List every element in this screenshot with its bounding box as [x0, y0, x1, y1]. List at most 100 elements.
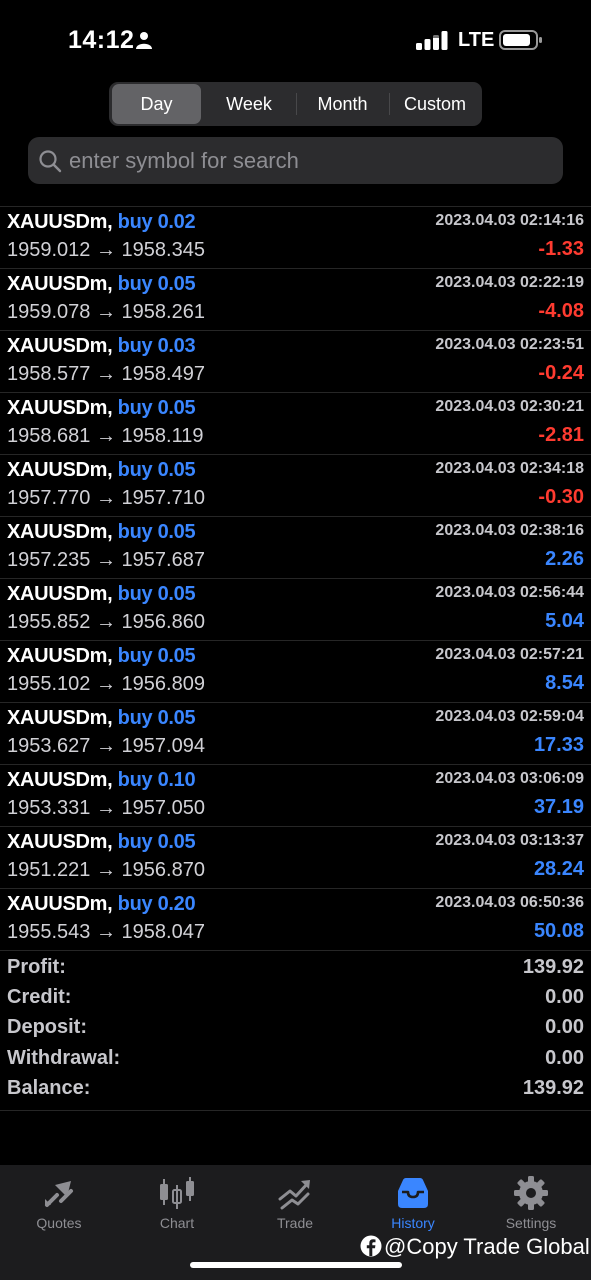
summary-row-withdrawal: Withdrawal: 0.00: [0, 1045, 591, 1075]
deal-row[interactable]: XAUUSDm, buy 0.20 1955.543 → 1958.047 20…: [0, 889, 591, 951]
deal-profit: -4.08: [538, 300, 584, 322]
deal-type-volume: buy 0.05: [117, 397, 196, 419]
network-type: LTE: [458, 29, 495, 51]
deal-type-volume: buy 0.10: [117, 769, 196, 791]
account-summary: Profit: 139.92 Credit: 0.00 Deposit: 0.0…: [0, 954, 591, 1111]
deal-prices: 1959.012 → 1958.345: [7, 239, 205, 261]
tab-chart[interactable]: Chart: [118, 1165, 236, 1245]
deal-prices: 1955.543 → 1958.047: [7, 921, 205, 943]
summary-label: Deposit:: [7, 1016, 87, 1039]
deal-symbol: XAUUSDm,: [7, 707, 113, 729]
deal-symbol: XAUUSDm,: [7, 645, 113, 667]
deal-prices: 1959.078 → 1958.261: [7, 301, 205, 323]
deal-header: XAUUSDm, buy 0.05: [7, 273, 196, 296]
deal-type-volume: buy 0.03: [117, 335, 196, 357]
deal-row[interactable]: XAUUSDm, buy 0.05 1958.681 → 1958.119 20…: [0, 393, 591, 455]
deal-time: 2023.04.03 02:57:21: [435, 646, 584, 663]
deal-symbol: XAUUSDm,: [7, 831, 113, 853]
tab-trade[interactable]: Trade: [236, 1165, 354, 1245]
period-custom[interactable]: Custom: [390, 84, 480, 124]
deal-header: XAUUSDm, buy 0.05: [7, 397, 196, 420]
deal-header: XAUUSDm, buy 0.05: [7, 831, 196, 854]
deal-header: XAUUSDm, buy 0.20: [7, 893, 196, 916]
deal-header: XAUUSDm, buy 0.05: [7, 583, 196, 606]
watermark: @Copy Trade Global: [360, 1234, 590, 1262]
deal-profit: 37.19: [533, 796, 584, 818]
deal-symbol: XAUUSDm,: [7, 521, 113, 543]
deal-row[interactable]: XAUUSDm, buy 0.05 1959.078 → 1958.261 20…: [0, 269, 591, 331]
deal-symbol: XAUUSDm,: [7, 211, 113, 233]
search-icon: [39, 150, 62, 173]
symbol-search: [28, 137, 563, 184]
deal-profit: 8.54: [545, 672, 584, 694]
summary-value: 0.00: [545, 986, 584, 1009]
deal-profit: -1.33: [538, 238, 584, 260]
deal-row[interactable]: XAUUSDm, buy 0.05 1953.627 → 1957.094 20…: [0, 703, 591, 765]
deal-profit: 5.04: [545, 610, 584, 632]
person-icon: [136, 32, 152, 49]
facebook-icon: [360, 1235, 382, 1257]
deal-time: 2023.04.03 02:14:16: [435, 212, 584, 229]
deal-type-volume: buy 0.05: [117, 521, 196, 543]
watermark-text: @Copy Trade Global: [384, 1234, 590, 1259]
deal-time: 2023.04.03 03:13:37: [435, 832, 584, 849]
deal-profit: 28.24: [533, 858, 584, 880]
deal-row[interactable]: XAUUSDm, buy 0.05 1957.235 → 1957.687 20…: [0, 517, 591, 579]
battery-icon: [499, 30, 542, 50]
tab-label: Chart: [159, 1215, 195, 1231]
summary-value: 139.92: [522, 956, 584, 978]
deal-symbol: XAUUSDm,: [7, 459, 113, 481]
deal-time: 2023.04.03 06:50:36: [435, 894, 584, 911]
deal-row[interactable]: XAUUSDm, buy 0.10 1953.331 → 1957.050 20…: [0, 765, 591, 827]
deal-row[interactable]: XAUUSDm, buy 0.05 1951.221 → 1956.870 20…: [0, 827, 591, 889]
deal-time: 2023.04.03 03:06:09: [435, 770, 584, 787]
tab-label: History: [391, 1215, 435, 1231]
deal-type-volume: buy 0.20: [117, 893, 196, 915]
deal-type-volume: buy 0.05: [117, 707, 196, 729]
deal-prices: 1955.852 → 1956.860: [7, 611, 205, 633]
deal-row[interactable]: XAUUSDm, buy 0.05 1957.770 → 1957.710 20…: [0, 455, 591, 517]
deal-profit: -2.81: [538, 424, 584, 446]
deal-time: 2023.04.03 02:59:04: [435, 708, 584, 725]
deal-symbol: XAUUSDm,: [7, 583, 113, 605]
status-time: 14:12: [68, 26, 135, 54]
tab-settings[interactable]: Settings: [472, 1165, 590, 1245]
deal-time: 2023.04.03 02:34:18: [435, 460, 584, 477]
quotes-icon: [45, 1181, 73, 1207]
deals-list: XAUUSDm, buy 0.02 1959.012 → 1958.345 20…: [0, 206, 591, 951]
deal-row[interactable]: XAUUSDm, buy 0.05 1955.102 → 1956.809 20…: [0, 641, 591, 703]
deal-profit: 17.33: [533, 734, 584, 756]
summary-row-balance: Balance: 139.92: [0, 1075, 591, 1105]
home-indicator[interactable]: [190, 1262, 402, 1268]
deal-row[interactable]: XAUUSDm, buy 0.02 1959.012 → 1958.345 20…: [0, 207, 591, 269]
deal-header: XAUUSDm, buy 0.05: [7, 521, 196, 544]
tab-history[interactable]: History: [354, 1165, 472, 1245]
tab-label: Trade: [276, 1215, 314, 1231]
cellular-signal-icon: [416, 31, 448, 50]
deal-profit: 50.08: [533, 920, 584, 942]
period-month[interactable]: Month: [297, 84, 388, 124]
summary-value: 0.00: [545, 1046, 584, 1069]
tab-quotes[interactable]: Quotes: [0, 1165, 118, 1245]
deal-type-volume: buy 0.05: [117, 831, 196, 853]
search-input[interactable]: [69, 137, 549, 184]
deal-prices: 1957.235 → 1957.687: [7, 549, 205, 571]
deal-time: 2023.04.03 02:30:21: [435, 398, 584, 415]
period-day[interactable]: Day: [112, 84, 201, 124]
deal-type-volume: buy 0.05: [117, 459, 196, 481]
deal-row[interactable]: XAUUSDm, buy 0.03 1958.577 → 1958.497 20…: [0, 331, 591, 393]
summary-value: 0.00: [545, 1016, 584, 1039]
deal-prices: 1957.770 → 1957.710: [7, 487, 205, 509]
deal-type-volume: buy 0.05: [117, 645, 196, 667]
deal-profit: -0.30: [538, 486, 584, 508]
period-week[interactable]: Week: [203, 84, 295, 124]
summary-row-profit: Profit: 139.92: [0, 954, 591, 984]
deal-header: XAUUSDm, buy 0.05: [7, 459, 196, 482]
tab-bar: Quotes Chart Trade History Settings @Cop…: [0, 1165, 591, 1280]
deal-symbol: XAUUSDm,: [7, 273, 113, 295]
deal-time: 2023.04.03 02:38:16: [435, 522, 584, 539]
deal-prices: 1955.102 → 1956.809: [7, 673, 205, 695]
trade-icon: [278, 1180, 310, 1210]
deal-row[interactable]: XAUUSDm, buy 0.05 1955.852 → 1956.860 20…: [0, 579, 591, 641]
status-bar: 14:12 LTE: [0, 0, 591, 80]
